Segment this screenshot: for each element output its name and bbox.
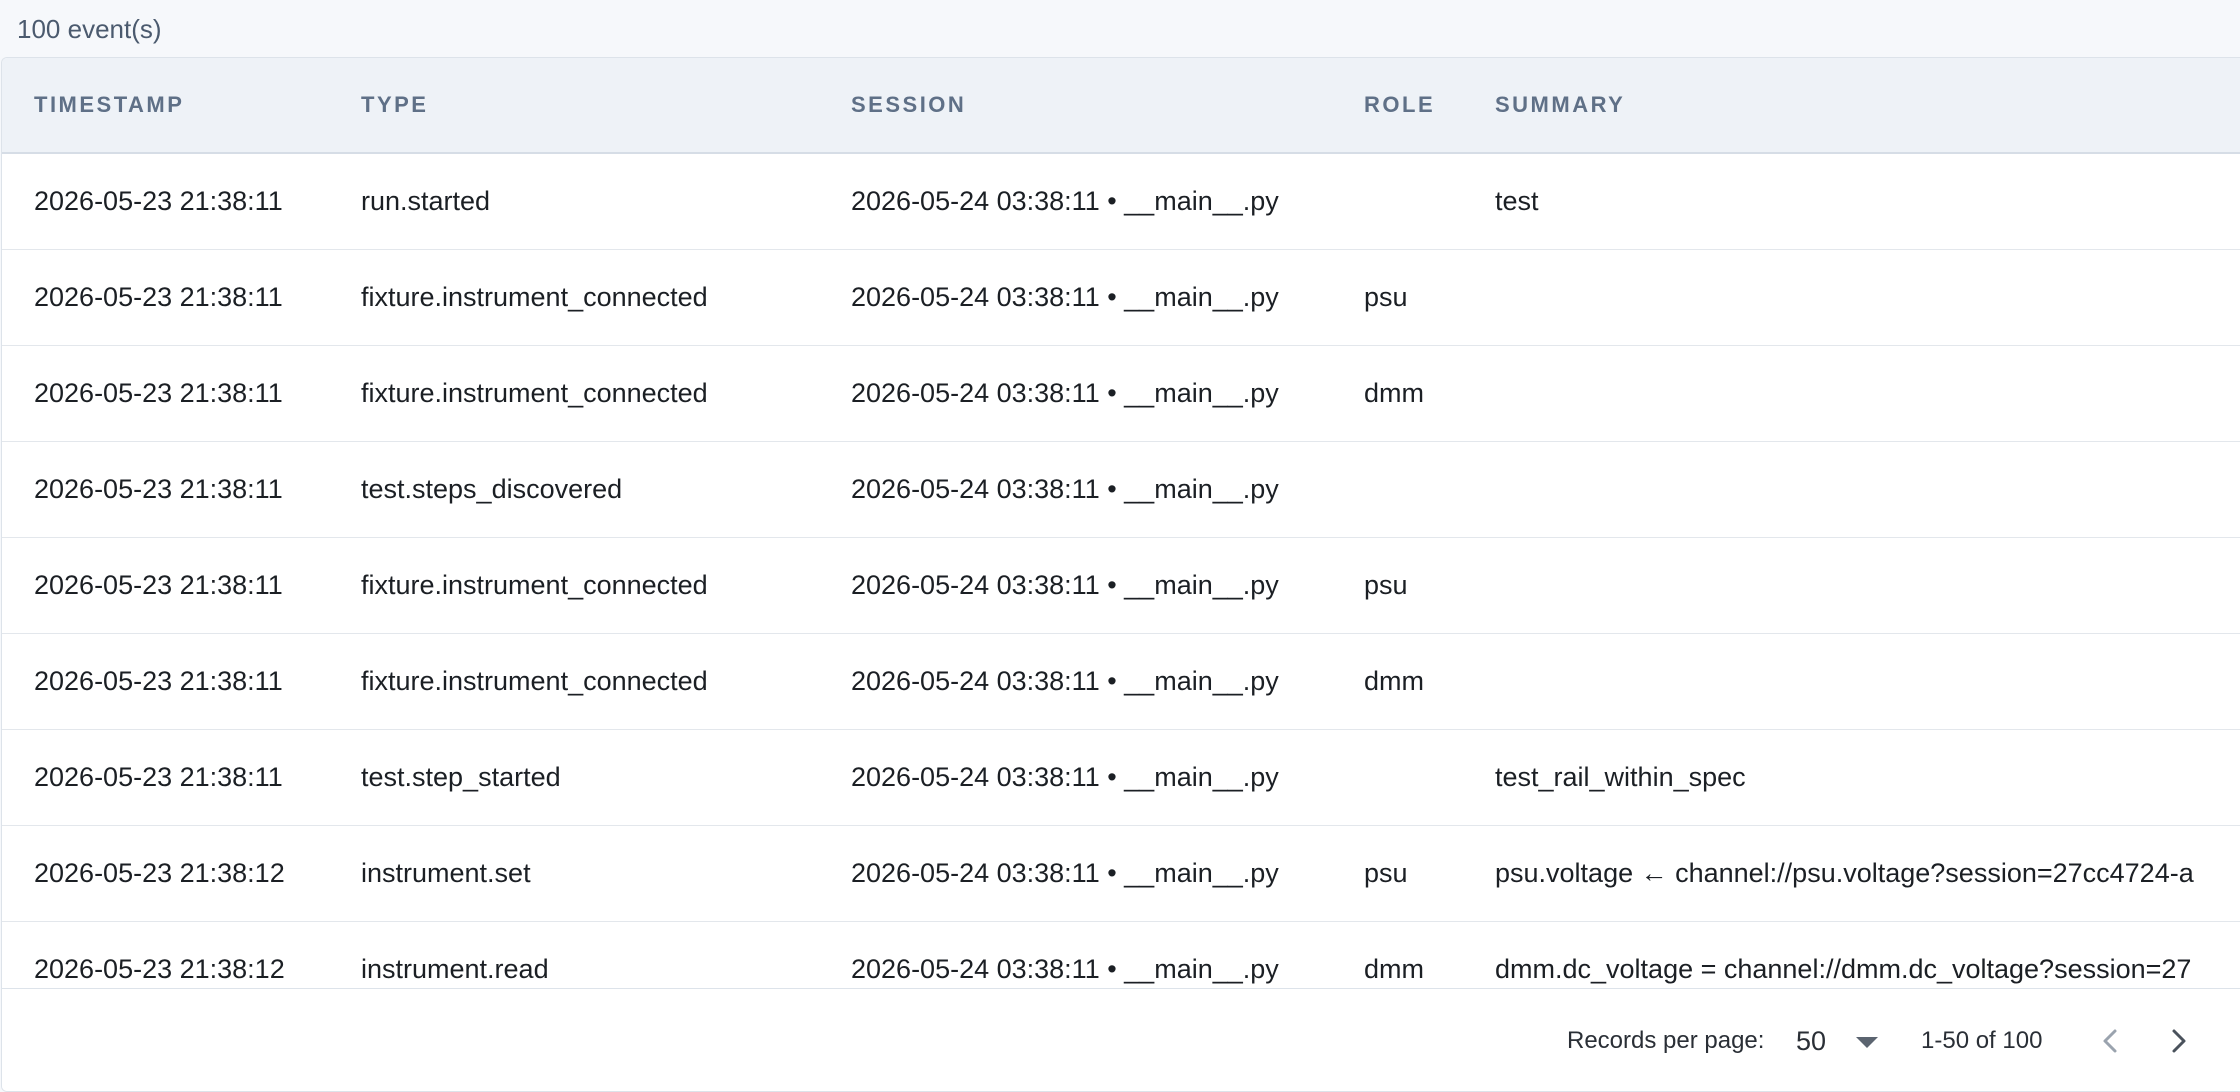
cell-type: fixture.instrument_connected bbox=[361, 666, 708, 696]
cell-timestamp: 2026-05-23 21:38:11 bbox=[34, 474, 283, 504]
cell-session: 2026-05-24 03:38:11 • __main__.py bbox=[851, 858, 1279, 888]
table-row[interactable]: 2026-05-23 21:38:11 test.step_started 2026… bbox=[2, 730, 2240, 826]
cell-timestamp: 2026-05-23 21:38:11 bbox=[34, 570, 283, 600]
cell-summary bbox=[1495, 346, 2240, 441]
cell-role: dmm bbox=[1364, 954, 1424, 984]
events-table: TIMESTAMP TYPE SESSION ROLE SUMMARY 2026… bbox=[1, 57, 2240, 1092]
cell-summary bbox=[1495, 538, 2240, 633]
chevron-right-icon bbox=[2172, 1029, 2186, 1053]
table-body: 2026-05-23 21:38:11 run.started 2026-05-24… bbox=[2, 154, 2240, 988]
pagination-range: 1-50 of 100 bbox=[1921, 1027, 2043, 1054]
cell-summary: test bbox=[1495, 186, 1539, 216]
cell-timestamp: 2026-05-23 21:38:11 bbox=[34, 666, 283, 696]
cell-role bbox=[1364, 442, 1484, 537]
table-row[interactable]: 2026-05-23 21:38:11 test.steps_discovered… bbox=[2, 442, 2240, 538]
rows-per-page-label: Records per page: bbox=[1567, 1027, 1765, 1054]
table-row[interactable]: 2026-05-23 21:38:11 fixture.instrument_co… bbox=[2, 634, 2240, 730]
cell-role: dmm bbox=[1364, 666, 1424, 696]
cell-summary: test_rail_within_spec bbox=[1495, 762, 1746, 792]
cell-session: 2026-05-24 03:38:11 • __main__.py bbox=[851, 954, 1279, 984]
cell-role: psu bbox=[1364, 282, 1408, 312]
column-header-role[interactable]: ROLE bbox=[1364, 58, 1435, 152]
cell-session: 2026-05-24 03:38:11 • __main__.py bbox=[851, 378, 1279, 408]
table-header: TIMESTAMP TYPE SESSION ROLE SUMMARY bbox=[2, 58, 2240, 154]
table-row[interactable]: 2026-05-23 21:38:11 run.started 2026-05-24… bbox=[2, 154, 2240, 250]
cell-session: 2026-05-24 03:38:11 • __main__.py bbox=[851, 474, 1279, 504]
cell-session: 2026-05-24 03:38:11 • __main__.py bbox=[851, 762, 1279, 792]
cell-type: test.step_started bbox=[361, 762, 561, 792]
cell-summary bbox=[1495, 442, 2240, 537]
cell-summary bbox=[1495, 250, 2240, 345]
event-count: 100 event(s) bbox=[17, 14, 162, 44]
rows-per-page-select[interactable]: 50 bbox=[1782, 1017, 1892, 1065]
previous-page-button[interactable] bbox=[2089, 1019, 2133, 1063]
cell-timestamp: 2026-05-23 21:38:11 bbox=[34, 762, 283, 792]
cell-role bbox=[1364, 730, 1484, 825]
cell-timestamp: 2026-05-23 21:38:11 bbox=[34, 186, 283, 216]
cell-session: 2026-05-24 03:38:11 • __main__.py bbox=[851, 666, 1279, 696]
cell-type: fixture.instrument_connected bbox=[361, 282, 708, 312]
caret-down-icon bbox=[1856, 1037, 1878, 1048]
cell-timestamp: 2026-05-23 21:38:12 bbox=[34, 954, 285, 984]
cell-role bbox=[1364, 154, 1484, 249]
cell-type: fixture.instrument_connected bbox=[361, 378, 708, 408]
cell-session: 2026-05-24 03:38:11 • __main__.py bbox=[851, 282, 1279, 312]
cell-type: instrument.set bbox=[361, 858, 531, 888]
table-row[interactable]: 2026-05-23 21:38:11 fixture.instrument_co… bbox=[2, 250, 2240, 346]
cell-summary bbox=[1495, 634, 2240, 729]
table-footer: Records per page: 50 1-50 of 100 bbox=[2, 988, 2240, 1091]
cell-summary: dmm.dc_voltage = channel://dmm.dc_voltag… bbox=[1495, 954, 2192, 984]
next-page-button[interactable] bbox=[2156, 1019, 2200, 1063]
cell-type: run.started bbox=[361, 186, 491, 216]
cell-role: dmm bbox=[1364, 378, 1424, 408]
cell-timestamp: 2026-05-23 21:38:11 bbox=[34, 378, 283, 408]
cell-timestamp: 2026-05-23 21:38:11 bbox=[34, 282, 283, 312]
rows-per-page-value: 50 bbox=[1796, 1026, 1827, 1056]
cell-session: 2026-05-24 03:38:11 • __main__.py bbox=[851, 570, 1279, 600]
cell-type: test.steps_discovered bbox=[361, 474, 623, 504]
cell-role: psu bbox=[1364, 570, 1408, 600]
table-row[interactable]: 2026-05-23 21:38:11 fixture.instrument_co… bbox=[2, 538, 2240, 634]
cell-summary: psu.voltage ← channel://psu.voltage?sess… bbox=[1495, 858, 2194, 888]
cell-type: instrument.read bbox=[361, 954, 549, 984]
table-row[interactable]: 2026-05-23 21:38:12 instrument.read 2026-0… bbox=[2, 922, 2240, 988]
cell-timestamp: 2026-05-23 21:38:12 bbox=[34, 858, 285, 888]
column-header-timestamp[interactable]: TIMESTAMP bbox=[34, 58, 184, 152]
column-header-session[interactable]: SESSION bbox=[851, 58, 966, 152]
cell-role: psu bbox=[1364, 858, 1408, 888]
events-page: 100 event(s) TIMESTAMP TYPE SESSION ROLE… bbox=[0, 0, 2240, 1092]
cell-session: 2026-05-24 03:38:11 • __main__.py bbox=[851, 186, 1279, 216]
table-row[interactable]: 2026-05-23 21:38:12 instrument.set 2026-05… bbox=[2, 826, 2240, 922]
column-header-summary[interactable]: SUMMARY bbox=[1495, 58, 1625, 152]
cell-type: fixture.instrument_connected bbox=[361, 570, 708, 600]
chevron-left-icon bbox=[2103, 1029, 2117, 1053]
table-row[interactable]: 2026-05-23 21:38:11 fixture.instrument_co… bbox=[2, 346, 2240, 442]
column-header-type[interactable]: TYPE bbox=[361, 58, 428, 152]
